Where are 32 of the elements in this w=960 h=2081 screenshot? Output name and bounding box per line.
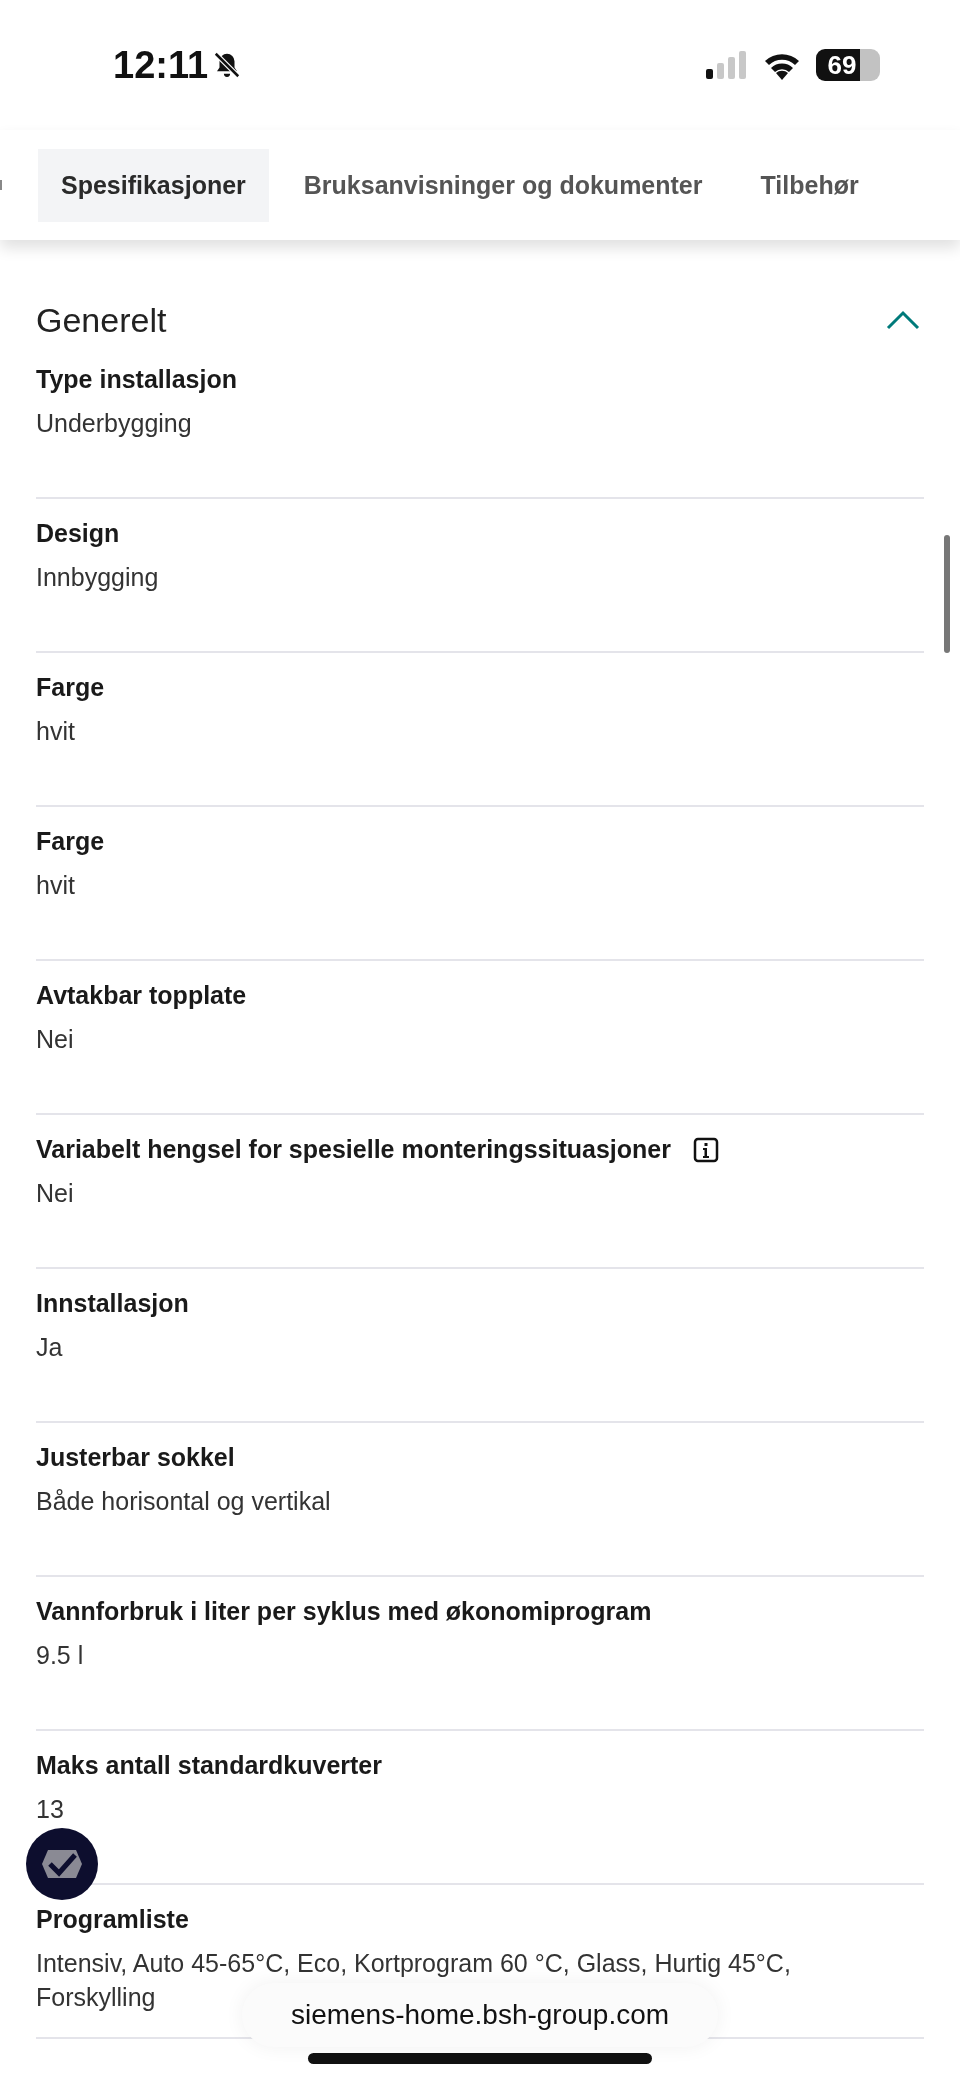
- tab[interactable]: Spesifikasjoner: [38, 148, 269, 222]
- spec-value: Nei: [36, 1178, 75, 1209]
- spec-value: hvit: [36, 870, 76, 901]
- tab[interactable]: Tilbehør: [737, 148, 882, 222]
- scrollbar[interactable]: [944, 535, 950, 653]
- spec-label: Avtakbar topplate: [36, 981, 247, 1010]
- spec-label: Farge: [36, 827, 105, 856]
- spec-label: Type installasjon: [36, 365, 237, 394]
- tab[interactable]: Bruksanvisninger og dokumenter: [280, 148, 726, 222]
- section-title: Generelt: [36, 300, 167, 340]
- spec-value: Innbygging: [36, 562, 160, 593]
- chevron-icon[interactable]: [886, 310, 920, 330]
- spec-label: Justerbar sokkel: [36, 1443, 235, 1472]
- spec-value: Underbygging: [36, 408, 193, 439]
- spec-label: Variabelt hengsel for spesielle monteringssituasjoner: [36, 1135, 671, 1164]
- spec-value: 13: [36, 1794, 65, 1825]
- spec-label: Maks antall standardkuverter: [36, 1751, 382, 1780]
- spec-value: Ja: [36, 1332, 64, 1363]
- spec-label: Innstallasjon: [36, 1289, 189, 1318]
- spec-value: Både horisontal og vertikal: [36, 1486, 332, 1517]
- status-time: 12:11: [113, 43, 209, 87]
- trust-badge-icon[interactable]: [26, 1828, 98, 1900]
- spec-label: Farge: [36, 673, 105, 702]
- spec-value: 9.5 l: [36, 1640, 85, 1671]
- spec-label: Programliste: [36, 1905, 189, 1934]
- battery-icon: 69: [816, 49, 880, 81]
- spec-label: Design: [36, 519, 120, 548]
- spec-value: Nei: [36, 1024, 75, 1055]
- spec-value: hvit: [36, 716, 76, 747]
- spec-label: Vannforbruk i liter per syklus med økonomiprogram: [36, 1597, 652, 1626]
- signal-icon: [706, 51, 748, 79]
- info-icon[interactable]: [692, 1136, 719, 1163]
